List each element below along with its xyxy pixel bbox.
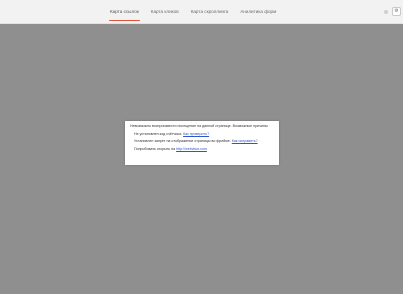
settings-icon[interactable]: ⚙ [392, 7, 401, 16]
reason-no-counter-text: Не установлен код счётчика. [134, 131, 183, 136]
toolbar-icons: ⚙ [384, 7, 401, 16]
webvisor-link[interactable]: http://webvisor.com [176, 147, 207, 151]
reason-no-counter: Не установлен код счётчика. Как проверит… [134, 132, 274, 137]
tab-click-map[interactable]: Карта кликов [145, 0, 185, 23]
tab-link-map[interactable]: Карта ссылок [104, 0, 145, 23]
error-dialog: Невозможно воспроизвести посещение на да… [125, 121, 279, 165]
tabs: Карта ссылок Карта кликов Карта скроллин… [104, 0, 282, 23]
tab-scroll-map[interactable]: Карта скроллинга [185, 0, 234, 23]
how-to-check-link[interactable]: Как проверить? [183, 132, 209, 136]
reason-frame-blocked: Установлен запрет на отображение страниц… [134, 139, 274, 144]
tab-form-analytics[interactable]: Аналитика форм [234, 0, 282, 23]
reason-frame-blocked-text: Установлен запрет на отображение страниц… [134, 139, 231, 144]
top-navigation-bar: Карта ссылок Карта кликов Карта скроллин… [0, 0, 403, 24]
reason-try-open-text: Попробовать открыть на [134, 146, 176, 151]
status-dot-icon [384, 9, 388, 14]
error-message: Невозможно воспроизвести посещение на да… [130, 124, 269, 128]
how-to-fix-link[interactable]: Как исправить? [232, 139, 258, 143]
reason-try-open: Попробовать открыть на http://webvisor.c… [134, 147, 274, 152]
